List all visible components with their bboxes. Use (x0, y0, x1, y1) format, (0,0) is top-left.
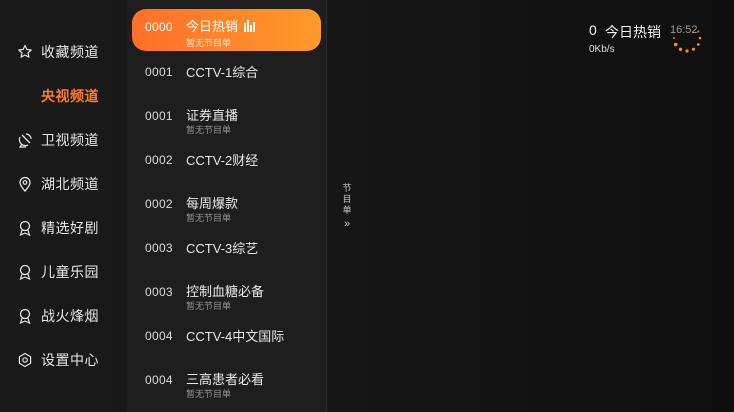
channel-name: 控制血糖必备 (186, 284, 265, 299)
channel-program: 暂无节目单 (186, 389, 232, 399)
category-satellite[interactable]: 卫视频道 (17, 128, 99, 152)
category-label: 儿童乐园 (41, 264, 99, 280)
program-guide-char: 单 (342, 205, 352, 215)
channel-row[interactable]: 0003 控制血糖必备 暂无节目单 (127, 278, 326, 318)
channel-number: 0001 (145, 109, 173, 123)
category-cctv[interactable]: 央视频道 (41, 84, 99, 108)
category-label: 卫视频道 (41, 132, 99, 148)
channel-program: 暂无节目单 (186, 213, 232, 223)
category-label: 收藏频道 (41, 44, 99, 60)
program-guide-label: 节目单 (341, 183, 353, 216)
ribbon-icon (17, 220, 33, 236)
channel-row[interactable]: 0004 CCTV-4中文国际 (127, 322, 326, 362)
channel-row[interactable]: 0001 CCTV-1综合 (127, 58, 326, 98)
category-label: 精选好剧 (41, 220, 99, 236)
category-sidebar: 收藏频道 央视频道 卫视频道 湖北频道 精选好剧 儿童乐园 战火烽烟 设置中心 (0, 0, 127, 412)
location-icon (17, 176, 33, 192)
channel-number: 0000 (145, 20, 173, 34)
playing-equalizer-icon (244, 20, 256, 35)
channel-name: CCTV-4中文国际 (186, 329, 285, 344)
ribbon-icon (17, 308, 33, 324)
channel-program: 暂无节目单 (186, 125, 232, 135)
category-settings[interactable]: 设置中心 (17, 348, 99, 372)
channel-row-selected[interactable]: 0000 今日热销 暂无节目单 (132, 9, 321, 51)
category-hubei[interactable]: 湖北频道 (17, 172, 99, 196)
category-label: 湖北频道 (41, 176, 99, 192)
channel-number: 0001 (145, 65, 173, 79)
category-favorites[interactable]: 收藏频道 (17, 40, 99, 64)
channel-name: 三高患者必看 (186, 372, 265, 387)
current-channel-number: 0 (589, 22, 597, 38)
channel-name: 每周爆款 (186, 196, 239, 211)
loading-spinner-icon (672, 30, 702, 53)
category-label: 设置中心 (41, 352, 99, 368)
channel-name: CCTV-1综合 (186, 65, 259, 80)
satellite-icon (17, 132, 33, 148)
category-war[interactable]: 战火烽烟 (17, 304, 99, 328)
network-speed: 0Kb/s (589, 44, 615, 55)
channel-name: 证券直播 (186, 108, 239, 123)
channel-row[interactable]: 0002 CCTV-2财经 (127, 146, 326, 186)
channel-row[interactable]: 0003 CCTV-3综艺 (127, 234, 326, 274)
channel-row[interactable]: 0004 三高患者必看 暂无节目单 (127, 366, 326, 406)
channel-name: CCTV-2财经 (186, 153, 259, 168)
channel-program: 暂无节目单 (186, 38, 232, 48)
category-label: 战火烽烟 (41, 308, 99, 324)
channel-name: CCTV-3综艺 (186, 241, 259, 256)
channel-row[interactable]: 0001 证券直播 暂无节目单 (127, 102, 326, 142)
channel-number: 0003 (145, 241, 173, 255)
current-channel-name: 今日热销 (605, 24, 661, 40)
channel-number: 0002 (145, 197, 173, 211)
program-guide-char: 节 (342, 183, 352, 193)
channel-number: 0002 (145, 153, 173, 167)
category-dramas[interactable]: 精选好剧 (17, 216, 99, 240)
channel-number: 0003 (145, 285, 173, 299)
channel-number: 0004 (145, 329, 173, 343)
channel-list: 0000 今日热销 暂无节目单 0001 CCTV-1综合 0001 证券直播 … (127, 0, 327, 412)
category-kids[interactable]: 儿童乐园 (17, 260, 99, 284)
ribbon-icon (17, 264, 33, 280)
category-label: 央视频道 (41, 88, 99, 104)
channel-number: 0004 (145, 373, 173, 387)
program-guide-tab[interactable]: 节目单 » (341, 183, 353, 230)
channel-row[interactable]: 0002 每周爆款 暂无节目单 (127, 190, 326, 230)
program-guide-char: 目 (342, 194, 352, 204)
double-chevron-right-icon: » (343, 218, 351, 230)
channel-program: 暂无节目单 (186, 301, 232, 311)
channel-name: 今日热销 (186, 16, 256, 35)
star-icon (17, 44, 33, 60)
gear-icon (17, 352, 33, 368)
